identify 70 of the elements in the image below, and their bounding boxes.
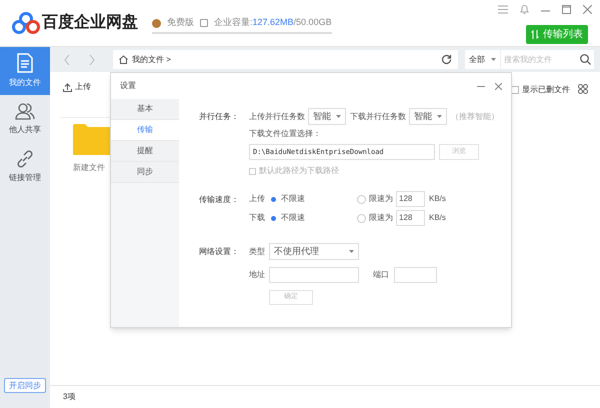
sidebar-item[interactable]: 我的文件 [0, 47, 50, 95]
speed-input[interactable]: 128 [396, 191, 425, 207]
link-icon [16, 150, 34, 168]
unit-label: KB/s [429, 212, 446, 224]
folder-icon[interactable] [73, 123, 110, 155]
radio-button[interactable] [357, 194, 366, 204]
unit-label: KB/s [429, 193, 446, 205]
coin-icon [152, 18, 161, 28]
settings-tab[interactable]: 传输 [111, 120, 179, 141]
search-icon[interactable] [580, 54, 591, 65]
upload-button[interactable]: 上传 [63, 81, 91, 93]
caret-icon [336, 115, 341, 118]
storage-quota: 企业容量:127.62MB/50.00GB [214, 16, 332, 30]
breadcrumb[interactable]: 我的文件 > [132, 54, 171, 66]
home-icon [119, 55, 128, 64]
maximize-icon[interactable] [562, 4, 571, 14]
limit-label: 限速为 [369, 212, 393, 224]
default-path-label: 默认此路径为下载路径 [259, 165, 339, 177]
refresh-icon[interactable] [441, 54, 452, 65]
people-icon [15, 102, 35, 120]
cloud-logo-icon [12, 12, 40, 34]
item-count: 3项 [63, 391, 76, 403]
dropdown[interactable]: 不使用代理 [269, 243, 359, 260]
transfer-arrows-icon [531, 30, 539, 39]
download-tasks-label: 下载并行任务数 [350, 110, 406, 122]
caret-icon [349, 250, 354, 253]
dialog-title: 设置 [120, 80, 136, 92]
checkbox[interactable] [249, 168, 256, 174]
address-label: 地址 [249, 269, 266, 281]
dropdown[interactable]: 智能 [409, 108, 447, 125]
section-label: 传输速度： [199, 194, 240, 206]
section-label: 并行任务： [199, 110, 240, 122]
hint-text: （推荐智能） [451, 110, 499, 122]
address-input[interactable] [269, 267, 359, 283]
settings-tab[interactable]: 基本 [111, 99, 179, 120]
close-icon[interactable] [583, 4, 592, 14]
section-label: 网络设置： [199, 246, 240, 258]
storage-icon [200, 19, 208, 27]
upload-tasks-label: 上传并行任务数 [249, 110, 305, 122]
upload-icon [63, 82, 72, 92]
path-field[interactable]: 我的文件 > [113, 50, 458, 69]
bell-icon[interactable] [520, 4, 529, 14]
port-label: 端口 [373, 269, 390, 281]
caret-icon [491, 58, 496, 61]
port-input[interactable] [394, 267, 437, 283]
unlimited-label: 不限速 [281, 193, 306, 205]
grid-view-icon[interactable] [578, 84, 588, 94]
direction-label: 下载 [249, 212, 266, 224]
sync-button[interactable]: 开启同步 [4, 378, 46, 393]
file-name[interactable]: 新建文件 [73, 162, 105, 174]
direction-label: 上传 [249, 193, 266, 205]
radio-button[interactable] [357, 214, 366, 222]
dropdown[interactable]: 智能 [308, 108, 346, 125]
document-icon [16, 53, 34, 73]
edition-label: 免费版 [167, 16, 194, 30]
caret-icon [437, 115, 442, 118]
unlimited-label: 不限速 [281, 212, 306, 224]
filter-dropdown[interactable]: 全部 [465, 50, 500, 69]
settings-tab[interactable]: 提醒 [111, 141, 179, 162]
close-icon[interactable] [495, 82, 502, 90]
sidebar-item[interactable]: 链接管理 [0, 143, 50, 191]
type-label: 类型 [249, 246, 266, 258]
limit-label: 限速为 [369, 193, 393, 205]
sidebar-item[interactable]: 他人共享 [0, 95, 50, 143]
app-title: 百度企业网盘 [42, 12, 138, 33]
settings-tab[interactable]: 同步 [111, 162, 179, 183]
speed-input[interactable]: 128 [396, 210, 425, 226]
menu-icon[interactable] [498, 4, 508, 14]
show-deleted-label: 显示已删文件 [522, 84, 570, 96]
download-path-label: 下载文件位置选择： [249, 128, 322, 140]
